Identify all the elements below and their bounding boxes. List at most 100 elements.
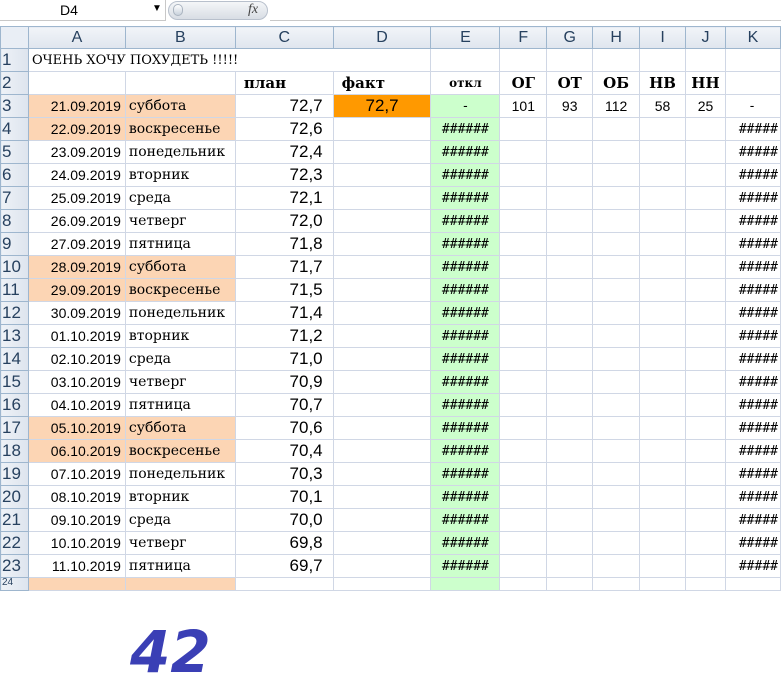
cell[interactable] — [430, 577, 501, 591]
og-cell[interactable] — [499, 554, 548, 578]
date-cell[interactable]: 04.10.2019 — [27, 393, 126, 417]
nv-cell[interactable] — [639, 117, 686, 141]
insert-function-icon[interactable]: fx — [248, 2, 258, 18]
ot-cell[interactable] — [546, 278, 594, 302]
fact-cell[interactable] — [332, 370, 432, 394]
date-cell[interactable]: 11.10.2019 — [27, 554, 126, 578]
row-header[interactable]: 19 — [0, 462, 29, 486]
nv-cell[interactable] — [639, 554, 686, 578]
k-cell[interactable]: ##### — [724, 531, 781, 555]
nv-cell[interactable] — [639, 324, 686, 348]
date-cell[interactable]: 06.10.2019 — [27, 439, 126, 463]
column-header-C[interactable]: C — [234, 26, 334, 49]
fact-cell[interactable]: 72,7 — [332, 94, 432, 118]
plan-cell[interactable]: 71,0 — [234, 347, 334, 371]
date-cell[interactable]: 03.10.2019 — [27, 370, 126, 394]
otkl-cell[interactable]: ###### — [430, 209, 501, 233]
nv-cell[interactable] — [639, 163, 686, 187]
ot-cell[interactable] — [546, 531, 594, 555]
og-cell[interactable] — [499, 232, 548, 256]
row-header[interactable]: 2 — [0, 71, 29, 95]
name-box[interactable]: D4 ▼ — [0, 0, 166, 21]
ot-cell[interactable] — [546, 163, 594, 187]
row-header[interactable]: 23 — [0, 554, 29, 578]
k-cell[interactable]: ##### — [724, 301, 781, 325]
og-cell[interactable] — [499, 301, 548, 325]
row-header[interactable]: 7 — [0, 186, 29, 210]
ob-cell[interactable] — [592, 301, 641, 325]
plan-cell[interactable]: 72,1 — [234, 186, 334, 210]
fact-cell[interactable] — [332, 186, 432, 210]
k-cell[interactable]: ##### — [724, 462, 781, 486]
ob-cell[interactable] — [592, 232, 641, 256]
cell[interactable] — [546, 577, 594, 591]
date-cell[interactable]: 22.09.2019 — [27, 117, 126, 141]
ob-cell[interactable] — [592, 462, 641, 486]
otkl-cell[interactable]: ###### — [430, 485, 501, 509]
cell[interactable] — [685, 48, 726, 72]
nv-cell[interactable] — [639, 347, 686, 371]
og-cell[interactable] — [499, 531, 548, 555]
ot-cell[interactable] — [546, 209, 594, 233]
nn-cell[interactable] — [685, 140, 726, 164]
k-cell[interactable]: ##### — [724, 186, 781, 210]
nv-cell[interactable] — [639, 301, 686, 325]
plan-cell[interactable]: 71,7 — [234, 255, 334, 279]
weekday-cell[interactable]: воскресенье — [124, 439, 236, 463]
weekday-cell[interactable]: пятница — [124, 554, 236, 578]
otkl-header-cell[interactable]: откл — [430, 71, 501, 95]
column-header-F[interactable]: F — [499, 26, 548, 49]
cell[interactable] — [724, 71, 781, 95]
og-cell[interactable] — [499, 370, 548, 394]
og-cell[interactable] — [499, 255, 548, 279]
name-box-dropdown-icon[interactable]: ▼ — [152, 3, 162, 14]
fact-cell[interactable] — [332, 416, 432, 440]
plan-cell[interactable]: 71,4 — [234, 301, 334, 325]
date-cell[interactable]: 08.10.2019 — [27, 485, 126, 509]
fact-cell[interactable] — [332, 232, 432, 256]
cell[interactable] — [546, 48, 594, 72]
otkl-cell[interactable]: ###### — [430, 278, 501, 302]
ob-cell[interactable] — [592, 393, 641, 417]
og-cell[interactable] — [499, 462, 548, 486]
ot-cell[interactable] — [546, 554, 594, 578]
nn-cell[interactable] — [685, 232, 726, 256]
nv-header-cell[interactable]: НВ — [639, 71, 686, 95]
formula-input[interactable] — [270, 0, 781, 21]
nv-cell[interactable] — [639, 531, 686, 555]
nv-cell[interactable] — [639, 209, 686, 233]
column-header-G[interactable]: G — [546, 26, 594, 49]
weekday-cell[interactable]: пятница — [124, 232, 236, 256]
og-cell[interactable] — [499, 117, 548, 141]
nn-cell[interactable] — [685, 209, 726, 233]
cell[interactable] — [124, 71, 236, 95]
weekday-cell[interactable]: вторник — [124, 163, 236, 187]
ob-cell[interactable] — [592, 209, 641, 233]
date-cell[interactable]: 23.09.2019 — [27, 140, 126, 164]
row-header[interactable]: 22 — [0, 531, 29, 555]
cell[interactable] — [234, 577, 334, 591]
ob-cell[interactable] — [592, 163, 641, 187]
weekday-cell[interactable]: среда — [124, 347, 236, 371]
otkl-cell[interactable]: ###### — [430, 393, 501, 417]
ot-cell[interactable] — [546, 301, 594, 325]
nn-cell[interactable] — [685, 278, 726, 302]
k-cell[interactable]: ##### — [724, 324, 781, 348]
weekday-cell[interactable]: вторник — [124, 324, 236, 348]
plan-header-cell[interactable]: план — [234, 71, 334, 95]
date-cell[interactable]: 29.09.2019 — [27, 278, 126, 302]
og-cell[interactable] — [499, 186, 548, 210]
nv-cell[interactable] — [639, 255, 686, 279]
nn-cell[interactable] — [685, 347, 726, 371]
row-header[interactable]: 6 — [0, 163, 29, 187]
nv-cell[interactable] — [639, 278, 686, 302]
cell[interactable] — [27, 577, 126, 591]
row-header[interactable]: 4 — [0, 117, 29, 141]
column-header-H[interactable]: H — [592, 26, 641, 49]
fact-cell[interactable] — [332, 163, 432, 187]
cell[interactable] — [332, 577, 432, 591]
cell[interactable] — [499, 577, 548, 591]
cell[interactable] — [639, 577, 686, 591]
plan-cell[interactable]: 69,8 — [234, 531, 334, 555]
column-header-I[interactable]: I — [639, 26, 686, 49]
